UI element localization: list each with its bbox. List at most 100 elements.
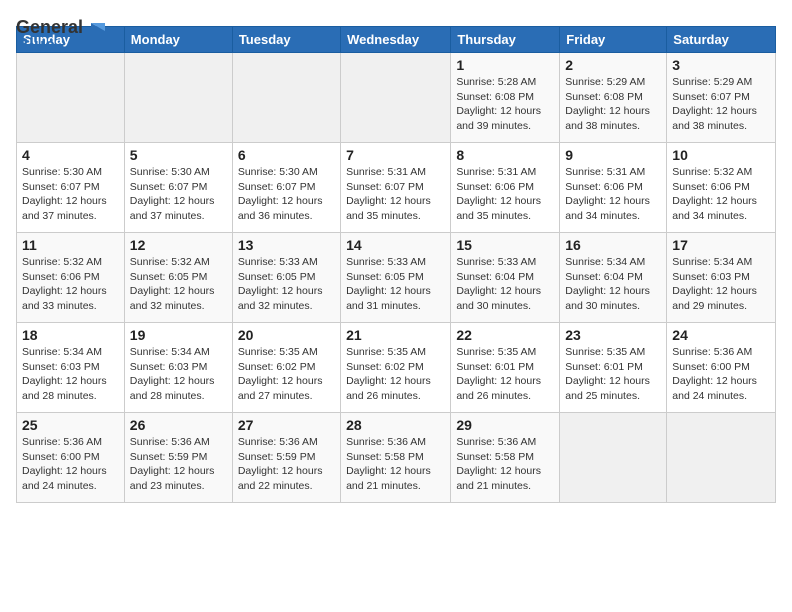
day-info: Sunrise: 5:30 AM Sunset: 6:07 PM Dayligh… [130, 165, 227, 224]
calendar-cell: 24 Sunrise: 5:36 AM Sunset: 6:00 PM Dayli… [667, 323, 776, 413]
day-info: Sunrise: 5:31 AM Sunset: 6:07 PM Dayligh… [346, 165, 445, 224]
day-number: 7 [346, 147, 445, 163]
calendar-cell: 17 Sunrise: 5:34 AM Sunset: 6:03 PM Dayli… [667, 233, 776, 323]
calendar-cell: 14 Sunrise: 5:33 AM Sunset: 6:05 PM Dayli… [341, 233, 451, 323]
day-info: Sunrise: 5:34 AM Sunset: 6:03 PM Dayligh… [130, 345, 227, 404]
calendar-header: Sunday Monday Tuesday Wednesday Thursday… [17, 27, 776, 53]
day-info: Sunrise: 5:34 AM Sunset: 6:03 PM Dayligh… [672, 255, 770, 314]
day-info: Sunrise: 5:35 AM Sunset: 6:01 PM Dayligh… [456, 345, 554, 404]
day-number: 3 [672, 57, 770, 73]
calendar-week-5: 25Sunrise: 5:36 AM Sunset: 6:00 PM Dayli… [17, 413, 776, 503]
calendar-cell: 6 Sunrise: 5:30 AM Sunset: 6:07 PM Daylig… [232, 143, 340, 233]
calendar-cell: 8 Sunrise: 5:31 AM Sunset: 6:06 PM Daylig… [451, 143, 560, 233]
day-info: Sunrise: 5:35 AM Sunset: 6:01 PM Dayligh… [565, 345, 661, 404]
day-info: Sunrise: 5:33 AM Sunset: 6:05 PM Dayligh… [238, 255, 335, 314]
logo-container: General Blue [16, 18, 109, 54]
calendar-cell: 15 Sunrise: 5:33 AM Sunset: 6:04 PM Dayli… [451, 233, 560, 323]
calendar-cell: 7 Sunrise: 5:31 AM Sunset: 6:07 PM Daylig… [341, 143, 451, 233]
day-info: Sunrise: 5:31 AM Sunset: 6:06 PM Dayligh… [456, 165, 554, 224]
day-info: Sunrise: 5:36 AM Sunset: 5:58 PM Dayligh… [346, 435, 445, 494]
calendar-week-2: 4 Sunrise: 5:30 AM Sunset: 6:07 PM Daylig… [17, 143, 776, 233]
logo-wordmark: General Blue [16, 18, 83, 54]
calendar-container: Sunday Monday Tuesday Wednesday Thursday… [16, 26, 776, 503]
calendar-cell: 25Sunrise: 5:36 AM Sunset: 6:00 PM Dayli… [17, 413, 125, 503]
day-info: Sunrise: 5:34 AM Sunset: 6:04 PM Dayligh… [565, 255, 661, 314]
day-number: 15 [456, 237, 554, 253]
day-number: 28 [346, 417, 445, 433]
calendar-week-1: 1Sunrise: 5:28 AM Sunset: 6:08 PM Daylig… [17, 53, 776, 143]
col-friday: Friday [560, 27, 667, 53]
calendar-cell: 13Sunrise: 5:33 AM Sunset: 6:05 PM Dayli… [232, 233, 340, 323]
day-info: Sunrise: 5:36 AM Sunset: 6:00 PM Dayligh… [672, 345, 770, 404]
calendar-cell: 3Sunrise: 5:29 AM Sunset: 6:07 PM Daylig… [667, 53, 776, 143]
day-number: 9 [565, 147, 661, 163]
day-info: Sunrise: 5:28 AM Sunset: 6:08 PM Dayligh… [456, 75, 554, 134]
calendar-cell: 2Sunrise: 5:29 AM Sunset: 6:08 PM Daylig… [560, 53, 667, 143]
calendar-cell: 11 Sunrise: 5:32 AM Sunset: 6:06 PM Dayli… [17, 233, 125, 323]
day-info: Sunrise: 5:32 AM Sunset: 6:06 PM Dayligh… [672, 165, 770, 224]
calendar-cell [667, 413, 776, 503]
day-number: 26 [130, 417, 227, 433]
col-monday: Monday [124, 27, 232, 53]
day-info: Sunrise: 5:35 AM Sunset: 6:02 PM Dayligh… [346, 345, 445, 404]
calendar-cell: 21 Sunrise: 5:35 AM Sunset: 6:02 PM Dayli… [341, 323, 451, 413]
day-number: 6 [238, 147, 335, 163]
calendar-cell: 12 Sunrise: 5:32 AM Sunset: 6:05 PM Dayli… [124, 233, 232, 323]
calendar-cell: 23 Sunrise: 5:35 AM Sunset: 6:01 PM Dayli… [560, 323, 667, 413]
calendar-cell: 1Sunrise: 5:28 AM Sunset: 6:08 PM Daylig… [451, 53, 560, 143]
calendar-cell: 10 Sunrise: 5:32 AM Sunset: 6:06 PM Dayli… [667, 143, 776, 233]
day-number: 22 [456, 327, 554, 343]
day-info: Sunrise: 5:35 AM Sunset: 6:02 PM Dayligh… [238, 345, 335, 404]
day-info: Sunrise: 5:32 AM Sunset: 6:06 PM Dayligh… [22, 255, 119, 314]
calendar-cell [341, 53, 451, 143]
calendar-cell: 16Sunrise: 5:34 AM Sunset: 6:04 PM Dayli… [560, 233, 667, 323]
col-saturday: Saturday [667, 27, 776, 53]
day-number: 10 [672, 147, 770, 163]
day-number: 29 [456, 417, 554, 433]
logo-icon [87, 21, 109, 51]
day-number: 18 [22, 327, 119, 343]
col-wednesday: Wednesday [341, 27, 451, 53]
calendar-cell [17, 53, 125, 143]
calendar-cell: 29 Sunrise: 5:36 AM Sunset: 5:58 PM Dayli… [451, 413, 560, 503]
calendar-table: Sunday Monday Tuesday Wednesday Thursday… [16, 26, 776, 503]
day-info: Sunrise: 5:33 AM Sunset: 6:05 PM Dayligh… [346, 255, 445, 314]
calendar-cell: 18 Sunrise: 5:34 AM Sunset: 6:03 PM Dayli… [17, 323, 125, 413]
calendar-cell: 5Sunrise: 5:30 AM Sunset: 6:07 PM Daylig… [124, 143, 232, 233]
day-info: Sunrise: 5:29 AM Sunset: 6:08 PM Dayligh… [565, 75, 661, 134]
day-number: 24 [672, 327, 770, 343]
day-number: 21 [346, 327, 445, 343]
day-number: 20 [238, 327, 335, 343]
calendar-cell [232, 53, 340, 143]
day-number: 19 [130, 327, 227, 343]
day-info: Sunrise: 5:36 AM Sunset: 5:59 PM Dayligh… [238, 435, 335, 494]
day-number: 12 [130, 237, 227, 253]
day-number: 17 [672, 237, 770, 253]
day-number: 4 [22, 147, 119, 163]
day-info: Sunrise: 5:30 AM Sunset: 6:07 PM Dayligh… [238, 165, 335, 224]
day-number: 25 [22, 417, 119, 433]
day-number: 14 [346, 237, 445, 253]
calendar-cell: 28 Sunrise: 5:36 AM Sunset: 5:58 PM Dayli… [341, 413, 451, 503]
day-number: 11 [22, 237, 119, 253]
day-info: Sunrise: 5:31 AM Sunset: 6:06 PM Dayligh… [565, 165, 661, 224]
calendar-cell [124, 53, 232, 143]
header-row: Sunday Monday Tuesday Wednesday Thursday… [17, 27, 776, 53]
day-info: Sunrise: 5:33 AM Sunset: 6:04 PM Dayligh… [456, 255, 554, 314]
day-number: 23 [565, 327, 661, 343]
day-info: Sunrise: 5:32 AM Sunset: 6:05 PM Dayligh… [130, 255, 227, 314]
day-info: Sunrise: 5:30 AM Sunset: 6:07 PM Dayligh… [22, 165, 119, 224]
calendar-cell: 19 Sunrise: 5:34 AM Sunset: 6:03 PM Dayli… [124, 323, 232, 413]
logo-blue: Blue [16, 36, 83, 54]
calendar-cell: 20 Sunrise: 5:35 AM Sunset: 6:02 PM Dayli… [232, 323, 340, 413]
calendar-cell: 27Sunrise: 5:36 AM Sunset: 5:59 PM Dayli… [232, 413, 340, 503]
calendar-cell: 4 Sunrise: 5:30 AM Sunset: 6:07 PM Daylig… [17, 143, 125, 233]
day-info: Sunrise: 5:34 AM Sunset: 6:03 PM Dayligh… [22, 345, 119, 404]
day-info: Sunrise: 5:36 AM Sunset: 5:58 PM Dayligh… [456, 435, 554, 494]
calendar-body: 1Sunrise: 5:28 AM Sunset: 6:08 PM Daylig… [17, 53, 776, 503]
calendar-cell: 9 Sunrise: 5:31 AM Sunset: 6:06 PM Daylig… [560, 143, 667, 233]
logo-general: General [16, 18, 83, 36]
calendar-week-4: 18 Sunrise: 5:34 AM Sunset: 6:03 PM Dayli… [17, 323, 776, 413]
day-number: 8 [456, 147, 554, 163]
calendar-week-3: 11 Sunrise: 5:32 AM Sunset: 6:06 PM Dayli… [17, 233, 776, 323]
